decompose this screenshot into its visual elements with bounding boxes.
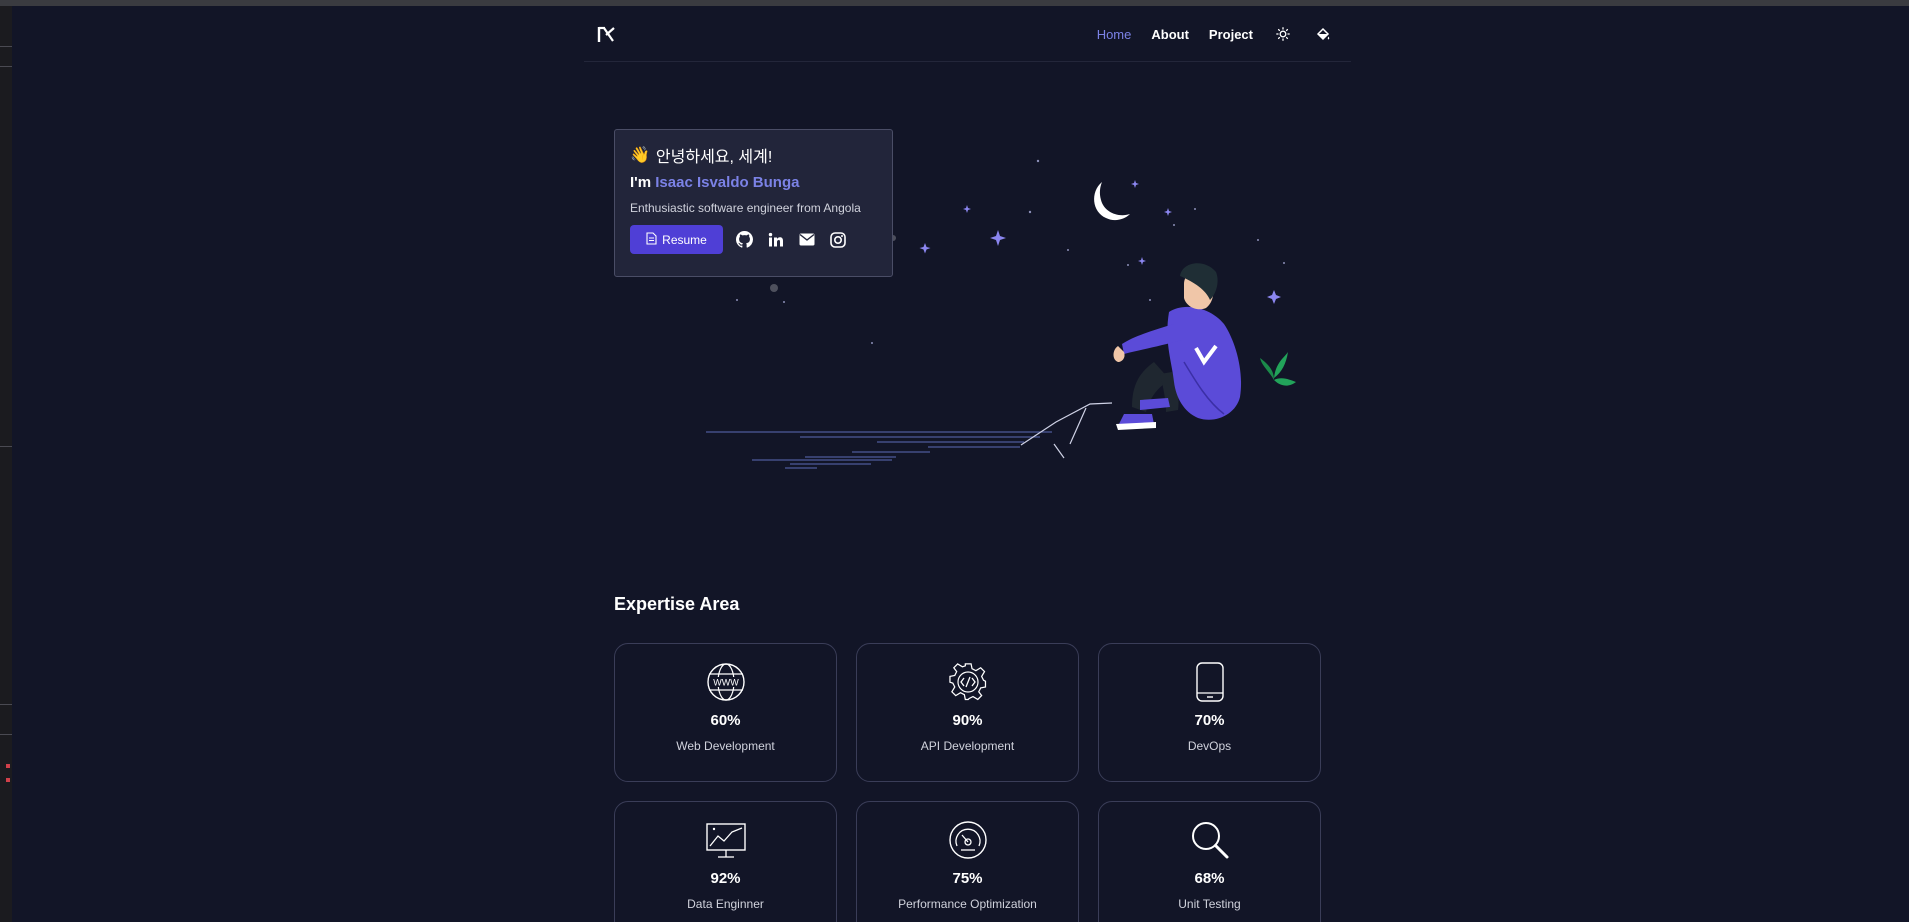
expertise-card-web[interactable]: WWW 60% Web Development — [614, 643, 837, 782]
chart-monitor-icon — [705, 823, 746, 858]
hero-section: 👋 안녕하세요, 세계! I'm Isaac Isvaldo Bunga Ent… — [584, 62, 1351, 542]
nav-about-link[interactable]: About — [1151, 27, 1189, 42]
mail-icon[interactable] — [797, 230, 816, 249]
expertise-title: Expertise Area — [614, 594, 740, 614]
expertise-card-data[interactable]: 92% Data Enginner — [614, 801, 837, 922]
document-icon — [646, 231, 657, 248]
sitting-character — [1113, 263, 1296, 430]
site-logo-icon[interactable] — [596, 24, 618, 46]
expertise-card-api[interactable]: 90% API Development — [856, 643, 1079, 782]
github-icon[interactable] — [735, 230, 754, 249]
expertise-percent: 75% — [952, 870, 983, 887]
greeting-text: 안녕하세요, 세계! — [655, 149, 773, 166]
left-edge-strip — [0, 6, 12, 922]
gear-code-icon — [948, 663, 986, 701]
expertise-percent: 60% — [710, 712, 741, 729]
expertise-percent: 90% — [952, 712, 983, 729]
intro-name-line: I'm Isaac Isvaldo Bunga — [630, 174, 877, 191]
expertise-label: Performance Optimization — [898, 897, 1037, 911]
waving-hand-icon: 👋 — [630, 147, 650, 164]
site-header: Home About Project — [584, 6, 1351, 62]
nav-project-link[interactable]: Project — [1209, 27, 1253, 42]
expertise-label: Data Enginner — [687, 897, 764, 911]
expertise-card-performance[interactable]: 75% Performance Optimization — [856, 801, 1079, 922]
svg-text:WWW: WWW — [713, 678, 739, 688]
expertise-card-devops[interactable]: 70% DevOps — [1098, 643, 1321, 782]
expertise-percent: 68% — [1194, 870, 1225, 887]
sun-icon[interactable] — [1273, 24, 1293, 44]
person-name: Isaac Isvaldo Bunga — [655, 174, 800, 191]
tagline: Enthusiastic software engineer from Ango… — [630, 201, 861, 215]
main-nav: Home About Project — [1097, 24, 1333, 44]
speedometer-icon — [948, 821, 987, 859]
tablet-icon — [1195, 662, 1224, 702]
expertise-label: Web Development — [676, 739, 775, 753]
greeting: 👋 안녕하세요, 세계! — [630, 144, 877, 166]
intro-actions: Resume — [630, 225, 877, 254]
linkedin-icon[interactable] — [766, 230, 785, 249]
resume-button[interactable]: Resume — [630, 225, 723, 254]
expertise-percent: 92% — [710, 870, 741, 887]
expertise-label: Unit Testing — [1178, 897, 1241, 911]
resume-label: Resume — [662, 232, 707, 247]
intro-card: 👋 안녕하세요, 세계! I'm Isaac Isvaldo Bunga Ent… — [614, 129, 893, 277]
paint-bucket-icon[interactable] — [1313, 24, 1333, 44]
globe-www-icon: WWW — [706, 663, 745, 701]
nav-home-link[interactable]: Home — [1097, 27, 1132, 42]
expertise-percent: 70% — [1194, 712, 1225, 729]
instagram-icon[interactable] — [828, 230, 847, 249]
expertise-card-testing[interactable]: 68% Unit Testing — [1098, 801, 1321, 922]
expertise-label: DevOps — [1187, 739, 1232, 753]
expertise-label: API Development — [920, 739, 1015, 753]
magnifier-icon — [1191, 822, 1228, 859]
expertise-grid: WWW 60% Web Development 90% API Developm… — [614, 643, 1321, 922]
im-prefix: I'm — [630, 174, 652, 191]
